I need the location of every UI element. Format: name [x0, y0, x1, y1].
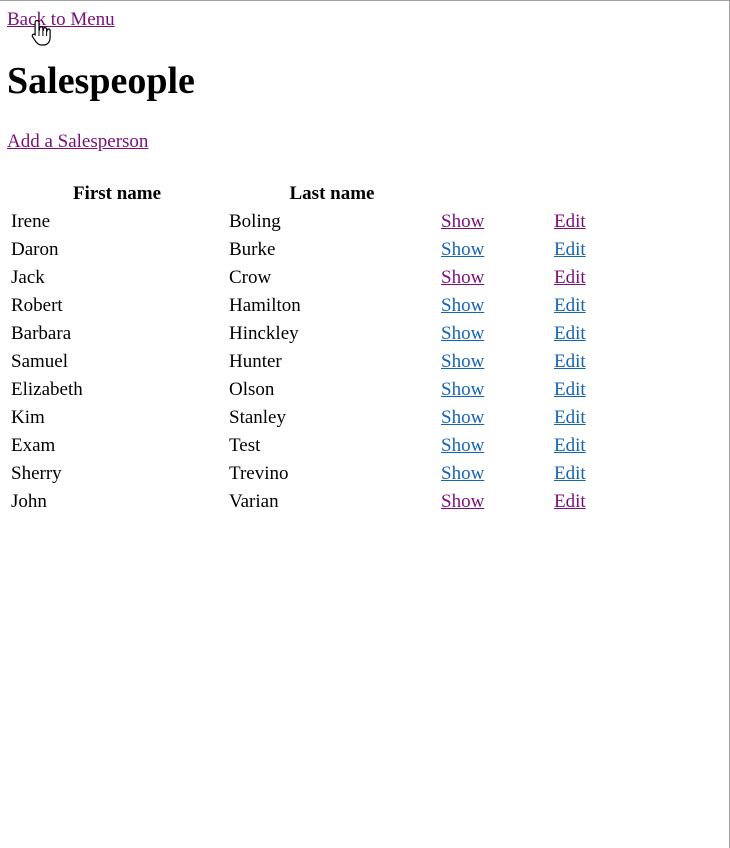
show-link[interactable]: Show — [441, 407, 484, 428]
cell-last-name: Hinckley — [229, 323, 299, 344]
page-title: Salespeople — [7, 60, 195, 102]
cell-last-name: Stanley — [229, 407, 286, 428]
cell-last-name: Trevino — [229, 463, 289, 484]
show-link[interactable]: Show — [441, 463, 484, 484]
cell-edit: Edit — [552, 265, 616, 291]
cell-last-name: Varian — [229, 491, 279, 512]
show-link[interactable]: Show — [441, 239, 484, 260]
cell-last-name: Boling — [229, 211, 281, 232]
show-link[interactable]: Show — [441, 435, 484, 456]
salespeople-table-container: First name Last name Irene Boling Show Edit… — [7, 179, 618, 517]
table-header-row: First name Last name — [9, 181, 616, 207]
back-to-menu-link[interactable]: Back to Menu — [7, 9, 115, 31]
cell-first-name: Daron — [11, 239, 59, 260]
cell-last-name: Hunter — [229, 351, 282, 372]
cell-first-name: Sherry — [11, 463, 62, 484]
show-link[interactable]: Show — [441, 491, 484, 512]
cell-show: Show — [439, 321, 550, 347]
edit-link[interactable]: Edit — [554, 491, 586, 512]
cell-edit: Edit — [552, 405, 616, 431]
show-link[interactable]: Show — [441, 295, 484, 316]
cell-edit: Edit — [552, 209, 616, 235]
edit-link[interactable]: Edit — [554, 379, 586, 400]
edit-link[interactable]: Edit — [554, 351, 586, 372]
cell-edit: Edit — [552, 237, 616, 263]
cell-edit: Edit — [552, 461, 616, 487]
cell-show: Show — [439, 433, 550, 459]
column-header-last-name: Last name — [289, 183, 375, 204]
cell-first-name: Samuel — [11, 351, 68, 372]
column-header-show — [439, 181, 550, 207]
cell-first-name: Irene — [11, 211, 51, 232]
column-header-first-name: First name — [72, 183, 162, 204]
edit-link[interactable]: Edit — [554, 463, 586, 484]
table-row: Sherry Trevino Show Edit — [9, 461, 616, 487]
show-link[interactable]: Show — [441, 267, 484, 288]
cell-show: Show — [439, 405, 550, 431]
cell-first-name: Jack — [11, 267, 45, 288]
hand-pointer-icon — [31, 19, 51, 46]
cell-show: Show — [439, 237, 550, 263]
cell-edit: Edit — [552, 433, 616, 459]
table-row: Jack Crow Show Edit — [9, 265, 616, 291]
edit-link[interactable]: Edit — [554, 435, 586, 456]
edit-link[interactable]: Edit — [554, 295, 586, 316]
table-row: Daron Burke Show Edit — [9, 237, 616, 263]
cell-last-name: Olson — [229, 379, 275, 400]
edit-link[interactable]: Edit — [554, 211, 586, 232]
cell-show: Show — [439, 209, 550, 235]
cell-show: Show — [439, 349, 550, 375]
cell-first-name: Robert — [11, 295, 63, 316]
show-link[interactable]: Show — [441, 211, 484, 232]
table-body: Irene Boling Show Edit Daron Burke Show Edit Jac… — [9, 209, 616, 515]
table-row: John Varian Show Edit — [9, 489, 616, 515]
column-header-edit — [552, 181, 616, 207]
table-row: Kim Stanley Show Edit — [9, 405, 616, 431]
cell-edit: Edit — [552, 377, 616, 403]
cell-first-name: Kim — [11, 407, 45, 428]
table-row: Irene Boling Show Edit — [9, 209, 616, 235]
edit-link[interactable]: Edit — [554, 407, 586, 428]
cell-last-name: Hamilton — [229, 295, 301, 316]
table-row: Elizabeth Olson Show Edit — [9, 377, 616, 403]
cell-show: Show — [439, 377, 550, 403]
cell-last-name: Burke — [229, 239, 276, 260]
table-row: Barbara Hinckley Show Edit — [9, 321, 616, 347]
cell-show: Show — [439, 489, 550, 515]
cell-first-name: Exam — [11, 435, 56, 456]
cell-edit: Edit — [552, 349, 616, 375]
show-link[interactable]: Show — [441, 351, 484, 372]
cell-edit: Edit — [552, 489, 616, 515]
cell-show: Show — [439, 293, 550, 319]
cell-last-name: Test — [229, 435, 261, 456]
edit-link[interactable]: Edit — [554, 323, 586, 344]
edit-link[interactable]: Edit — [554, 267, 586, 288]
cell-edit: Edit — [552, 321, 616, 347]
page-content: Back to Menu Salespeople Add a Salespers… — [7, 9, 729, 512]
cell-first-name: John — [11, 491, 47, 512]
salespeople-table: First name Last name Irene Boling Show Edit… — [7, 179, 618, 517]
cell-first-name: Elizabeth — [11, 379, 83, 400]
table-row: Samuel Hunter Show Edit — [9, 349, 616, 375]
show-link[interactable]: Show — [441, 379, 484, 400]
cell-last-name: Crow — [229, 267, 272, 288]
table-row: Exam Test Show Edit — [9, 433, 616, 459]
cell-show: Show — [439, 265, 550, 291]
table-row: Robert Hamilton Show Edit — [9, 293, 616, 319]
edit-link[interactable]: Edit — [554, 239, 586, 260]
cell-first-name: Barbara — [11, 323, 72, 344]
cell-edit: Edit — [552, 293, 616, 319]
cell-show: Show — [439, 461, 550, 487]
add-salesperson-link[interactable]: Add a Salesperson — [7, 131, 148, 153]
show-link[interactable]: Show — [441, 323, 484, 344]
